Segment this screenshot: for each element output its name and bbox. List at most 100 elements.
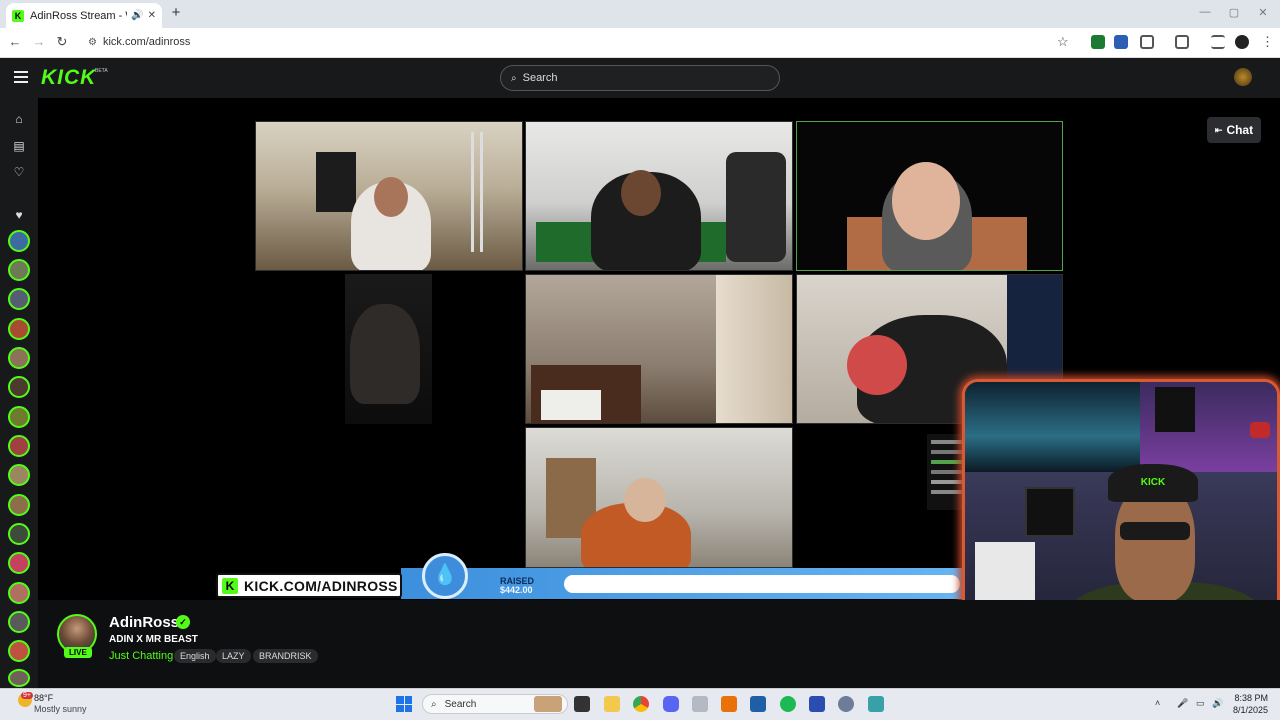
video-tile xyxy=(796,121,1063,271)
extensions-puzzle-icon[interactable] xyxy=(1140,35,1154,49)
app-icon[interactable] xyxy=(809,696,825,712)
followed-channel-avatar[interactable] xyxy=(8,318,30,340)
clock-time[interactable]: 8:38 PM xyxy=(1222,693,1268,703)
followed-channel-avatar[interactable] xyxy=(8,494,30,516)
tray-overflow-icon[interactable]: ˄ xyxy=(1155,698,1160,708)
user-avatar[interactable] xyxy=(1234,68,1252,86)
new-tab-button[interactable]: + xyxy=(168,5,184,21)
followed-channel-avatar[interactable] xyxy=(8,259,30,281)
followed-channel-avatar[interactable] xyxy=(8,406,30,428)
followed-channel-avatar[interactable] xyxy=(8,376,30,398)
hamburger-menu-icon[interactable] xyxy=(14,71,28,83)
live-badge: LIVE xyxy=(64,647,92,658)
weather-notification-badge: 9+ xyxy=(21,692,33,699)
kick-favicon-icon: K xyxy=(12,9,24,22)
reload-icon[interactable]: ↻ xyxy=(54,34,70,50)
taskbar-search-placeholder: Search xyxy=(444,698,477,710)
search-input[interactable]: ⌕ Search xyxy=(500,65,780,91)
close-window-icon[interactable]: ✕ xyxy=(1256,6,1270,19)
settings-gear-icon[interactable] xyxy=(838,696,854,712)
pinned-chat-overlay xyxy=(927,434,967,510)
followed-channel-avatar[interactable] xyxy=(8,611,30,633)
video-tile xyxy=(255,121,523,271)
followed-channels-heart-icon: ♥ xyxy=(15,208,23,222)
clock-date[interactable]: 8/1/2025 xyxy=(1222,705,1268,715)
microphone-icon[interactable]: 🎤 xyxy=(1177,698,1188,709)
video-tile xyxy=(345,274,432,424)
discord-icon[interactable] xyxy=(663,696,679,712)
browser-tab[interactable]: K AdinRoss Stream - Watch L 🔊 ✕ xyxy=(6,3,162,28)
followed-channel-avatar[interactable] xyxy=(8,435,30,457)
speaker-icon[interactable]: 🔊 xyxy=(131,10,143,21)
verified-check-icon: ✓ xyxy=(176,615,190,629)
stream-tag[interactable]: LAZY xyxy=(216,649,251,663)
app-icon[interactable] xyxy=(750,696,766,712)
site-info-icon[interactable]: ⚙ xyxy=(88,37,97,48)
stream-info-panel xyxy=(38,600,1280,688)
extension-excel-icon[interactable] xyxy=(1091,35,1105,49)
weather-temperature[interactable]: 88°F xyxy=(34,693,53,703)
windows-start-icon[interactable] xyxy=(396,696,412,712)
spotify-icon[interactable] xyxy=(780,696,796,712)
streamer-name[interactable]: AdinRoss xyxy=(109,614,179,631)
chat-expand-icon: ⇤ xyxy=(1214,124,1223,135)
followed-channel-avatar[interactable] xyxy=(8,288,30,310)
raised-amount: $442.00 xyxy=(500,585,533,595)
video-tile xyxy=(525,427,793,568)
stream-tag[interactable]: English xyxy=(174,649,216,663)
kick-url-text: KICK.COM/ADINROSS xyxy=(244,577,398,594)
forward-icon[interactable]: → xyxy=(31,34,47,50)
search-icon: ⌕ xyxy=(431,698,437,710)
browser-tab-strip xyxy=(0,0,1280,28)
tab-title: AdinRoss Stream - Watch L xyxy=(30,9,127,22)
network-icon[interactable]: ▭ xyxy=(1196,698,1205,709)
search-placeholder: Search xyxy=(522,72,558,84)
followed-channel-avatar[interactable] xyxy=(8,464,30,486)
reading-list-icon[interactable] xyxy=(1211,35,1225,49)
followed-channel-avatar[interactable] xyxy=(8,669,30,687)
notepad-icon[interactable] xyxy=(868,696,884,712)
bookmark-star-icon[interactable]: ☆ xyxy=(1057,34,1069,50)
following-heart-icon[interactable]: ♡ xyxy=(11,165,27,179)
close-tab-icon[interactable]: ✕ xyxy=(148,10,156,21)
stream-title: ADIN X MR BEAST xyxy=(109,634,198,645)
followed-channel-avatar[interactable] xyxy=(8,552,30,574)
kick-logo-icon: K xyxy=(222,577,238,594)
profile-avatar[interactable] xyxy=(1235,35,1249,49)
maximize-icon[interactable]: ▢ xyxy=(1227,6,1241,19)
address-url: kick.com/adinross xyxy=(102,36,191,48)
browser-menu-icon[interactable]: ⋮ xyxy=(1261,34,1274,50)
followed-channel-avatar[interactable] xyxy=(8,523,30,545)
minimize-icon[interactable]: — xyxy=(1198,6,1212,18)
beta-label: BETA xyxy=(95,68,108,74)
chat-toggle-button[interactable]: ⇤ Chat xyxy=(1207,117,1261,143)
water-drop-icon: 💧 xyxy=(422,553,468,599)
back-icon[interactable]: ← xyxy=(7,34,23,50)
app-icon[interactable] xyxy=(721,696,737,712)
home-icon[interactable]: ⌂ xyxy=(11,112,27,126)
followed-channel-avatar[interactable] xyxy=(8,230,30,252)
kick-logo[interactable]: KICK xyxy=(41,66,96,90)
snipping-tool-icon[interactable] xyxy=(692,696,708,712)
donation-progress-fill xyxy=(564,575,960,593)
cast-icon[interactable] xyxy=(1175,35,1189,49)
address-bar[interactable]: ⚙ kick.com/adinross xyxy=(80,32,1080,52)
stream-tag[interactable]: BRANDRISK xyxy=(253,649,318,663)
followed-channel-avatar[interactable] xyxy=(8,640,30,662)
browse-icon[interactable]: ▤ xyxy=(11,139,27,153)
search-highlight-icon[interactable] xyxy=(534,696,562,712)
donation-progress-bar xyxy=(564,575,960,593)
followed-channel-avatar[interactable] xyxy=(8,347,30,369)
chrome-icon[interactable] xyxy=(633,696,649,712)
stream-category[interactable]: Just Chatting xyxy=(109,650,173,662)
video-tile xyxy=(525,121,793,271)
kick-url-banner: K KICK.COM/ADINROSS xyxy=(216,573,402,598)
facecam-hat: KICK xyxy=(1108,464,1198,502)
followed-channel-avatar[interactable] xyxy=(8,582,30,604)
video-tile xyxy=(525,274,793,424)
task-view-icon[interactable] xyxy=(574,696,590,712)
extension-icon[interactable] xyxy=(1114,35,1128,49)
chat-toggle-label: Chat xyxy=(1226,123,1254,137)
file-explorer-icon[interactable] xyxy=(604,696,620,712)
weather-description[interactable]: Mostly sunny xyxy=(34,704,87,714)
